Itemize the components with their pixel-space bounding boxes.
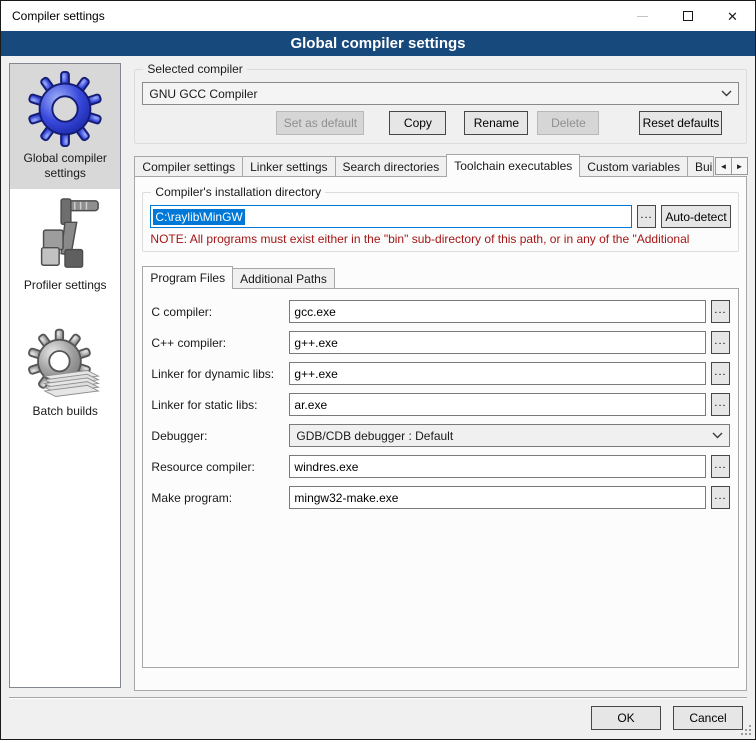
copy-button[interactable]: Copy — [389, 111, 446, 135]
tab-additional-paths[interactable]: Additional Paths — [232, 268, 335, 288]
titlebar: Compiler settings ✕ — [1, 1, 755, 31]
dialog-header: Global compiler settings — [1, 31, 755, 56]
c-compiler-browse-button[interactable]: ... — [711, 300, 730, 323]
static-linker-label: Linker for static libs: — [151, 398, 289, 412]
cpp-compiler-row: C++ compiler: ... — [151, 331, 730, 354]
group-label: Compiler's installation directory — [151, 185, 325, 199]
tab-strip: Compiler settings Linker settings Search… — [134, 154, 747, 176]
sidebar-item-label: Profiler settings — [12, 278, 118, 293]
tab-scroll-left-button[interactable]: ◄ — [715, 157, 732, 175]
cancel-button[interactable]: Cancel — [673, 706, 743, 730]
selected-compiler-group: Selected compiler GNU GCC Compiler Set a… — [134, 69, 747, 144]
c-compiler-label: C compiler: — [151, 305, 289, 319]
footer-buttons: OK Cancel — [1, 699, 755, 730]
ok-button[interactable]: OK — [591, 706, 661, 730]
tab-search-directories[interactable]: Search directories — [335, 156, 448, 176]
settings-category-list: Global compiler settings — [9, 63, 121, 688]
cpp-compiler-browse-button[interactable]: ... — [711, 331, 730, 354]
make-program-row: Make program: ... — [151, 486, 730, 509]
sidebar-item-global-compiler-settings[interactable]: Global compiler settings — [10, 64, 120, 189]
resource-compiler-browse-button[interactable]: ... — [711, 455, 730, 478]
debugger-select-value: GDB/CDB debugger : Default — [296, 429, 712, 443]
tab-compiler-settings[interactable]: Compiler settings — [134, 156, 243, 176]
compiler-buttons-row: Set as default Copy Rename Delete Reset … — [142, 111, 739, 135]
debugger-row: Debugger: GDB/CDB debugger : Default — [151, 424, 730, 447]
make-program-browse-button[interactable]: ... — [711, 486, 730, 509]
c-compiler-row: C compiler: ... — [151, 300, 730, 323]
batch-builds-icon — [26, 327, 104, 401]
cpp-compiler-input[interactable] — [289, 331, 706, 354]
tab-toolchain-executables[interactable]: Toolchain executables — [446, 154, 580, 177]
dynamic-linker-input[interactable] — [289, 362, 706, 385]
tab-scroll-right-button[interactable]: ► — [731, 157, 748, 175]
static-linker-browse-button[interactable]: ... — [711, 393, 730, 416]
installation-directory-input[interactable]: C:\raylib\MinGW — [150, 205, 632, 228]
toolchain-executables-page: Compiler's installation directory C:\ray… — [134, 176, 747, 691]
tab-program-files[interactable]: Program Files — [142, 266, 233, 289]
set-as-default-button[interactable]: Set as default — [276, 111, 364, 135]
arrow-left-icon: ◄ — [720, 162, 728, 171]
auto-detect-button[interactable]: Auto-detect — [661, 205, 731, 228]
bin-subdirectory-note: NOTE: All programs must exist either in … — [150, 232, 731, 246]
cpp-compiler-label: C++ compiler: — [151, 336, 289, 350]
resize-grip[interactable] — [749, 733, 751, 735]
debugger-select[interactable]: GDB/CDB debugger : Default — [289, 424, 730, 447]
resource-compiler-input[interactable] — [289, 455, 706, 478]
window-controls: ✕ — [620, 1, 755, 31]
minimize-icon — [637, 16, 648, 17]
tab-scroll-buttons: ◄ ► — [715, 157, 747, 175]
dialog-body: Global compiler settings — [1, 56, 755, 697]
dynamic-linker-row: Linker for dynamic libs: ... — [151, 362, 730, 385]
dynamic-linker-label: Linker for dynamic libs: — [151, 367, 289, 381]
settings-tab-control: Compiler settings Linker settings Search… — [134, 154, 747, 691]
tab-linker-settings[interactable]: Linker settings — [242, 156, 335, 176]
arrow-right-icon: ► — [736, 162, 744, 171]
compiler-select-value: GNU GCC Compiler — [149, 87, 721, 101]
inner-tab-strip: Program Files Additional Paths — [142, 266, 739, 288]
compiler-settings-dialog: Compiler settings ✕ Global compiler sett… — [0, 0, 756, 740]
sidebar-item-label: Global compiler settings — [12, 151, 118, 181]
installation-directory-row: C:\raylib\MinGW ... Auto-detect — [150, 205, 731, 228]
make-program-label: Make program: — [151, 491, 289, 505]
main-panel: Selected compiler GNU GCC Compiler Set a… — [134, 63, 747, 697]
minimize-button[interactable] — [620, 1, 665, 31]
static-linker-input[interactable] — [289, 393, 706, 416]
profiler-icon — [26, 195, 104, 275]
program-files-tab-control: Program Files Additional Paths C compile… — [142, 266, 739, 668]
make-program-input[interactable] — [289, 486, 706, 509]
browse-directory-button[interactable]: ... — [637, 205, 656, 228]
group-label: Selected compiler — [143, 62, 246, 76]
maximize-icon — [683, 11, 693, 21]
gear-blue-icon — [26, 70, 104, 148]
dynamic-linker-browse-button[interactable]: ... — [711, 362, 730, 385]
sidebar-item-label: Batch builds — [12, 404, 118, 419]
static-linker-row: Linker for static libs: ... — [151, 393, 730, 416]
maximize-button[interactable] — [665, 1, 710, 31]
program-files-page: C compiler: ... C++ compiler: ... Linker — [142, 288, 739, 668]
reset-defaults-button[interactable]: Reset defaults — [639, 111, 722, 135]
sidebar-item-batch-builds[interactable]: Batch builds — [10, 321, 120, 427]
tab-build-options-clipped[interactable]: Build — [687, 156, 714, 176]
rename-button[interactable]: Rename — [464, 111, 528, 135]
debugger-label: Debugger: — [151, 429, 289, 443]
c-compiler-input[interactable] — [289, 300, 706, 323]
close-button[interactable]: ✕ — [710, 1, 755, 31]
sidebar-item-profiler-settings[interactable]: Profiler settings — [10, 189, 120, 301]
resource-compiler-row: Resource compiler: ... — [151, 455, 730, 478]
selected-path-text: C:\raylib\MinGW — [153, 209, 244, 225]
window-title: Compiler settings — [1, 9, 620, 23]
chevron-down-icon — [712, 432, 723, 439]
chevron-down-icon — [721, 90, 732, 97]
delete-button[interactable]: Delete — [537, 111, 599, 135]
compiler-select[interactable]: GNU GCC Compiler — [142, 82, 739, 105]
close-icon: ✕ — [727, 10, 738, 23]
tab-custom-variables[interactable]: Custom variables — [579, 156, 688, 176]
installation-directory-group: Compiler's installation directory C:\ray… — [142, 192, 739, 252]
resource-compiler-label: Resource compiler: — [151, 460, 289, 474]
